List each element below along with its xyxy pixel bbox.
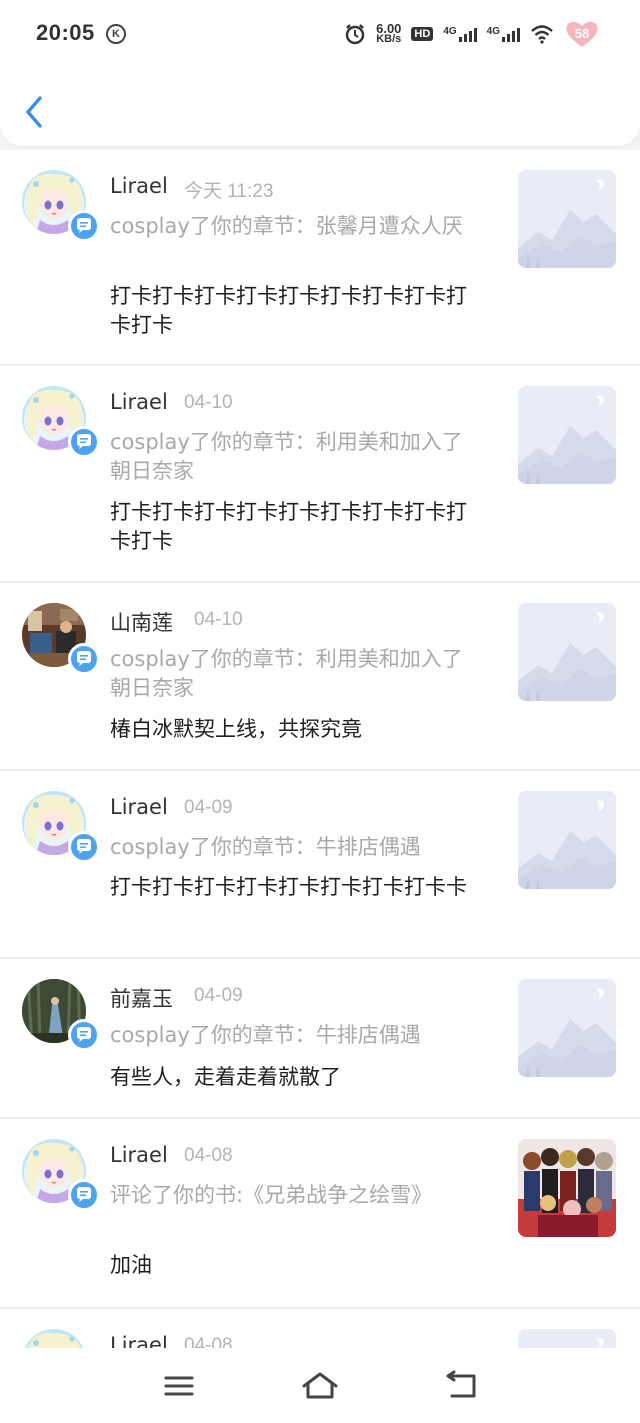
user-name[interactable]: Lirael xyxy=(110,795,168,819)
page-header xyxy=(0,68,640,146)
chapter-thumbnail[interactable] xyxy=(518,603,616,701)
list-item[interactable]: Lirael 04-08 评论了你的书:《兄弟战争之绘雪》 加油 xyxy=(0,1119,640,1309)
chapter-thumbnail[interactable] xyxy=(518,791,616,889)
action-text: 评论了你的书:《兄弟战争之绘雪》 xyxy=(110,1183,433,1207)
action-text: cosplay了你的章节：牛排店偶遇 xyxy=(110,835,421,859)
speed-unit: KB/s xyxy=(376,33,402,45)
chapter-thumbnail[interactable] xyxy=(518,979,616,1077)
comment-text: 椿白冰默契上线，共探究竟 xyxy=(110,717,362,741)
user-name[interactable]: Lirael xyxy=(110,174,168,198)
battery-heart-icon: 58 xyxy=(564,19,600,49)
list-item[interactable]: 前嘉玉 04-09 cosplay了你的章节：牛排店偶遇 有些人，走着走着就散了 xyxy=(0,959,640,1119)
avatar[interactable] xyxy=(22,1139,100,1211)
chapter-thumbnail[interactable] xyxy=(518,386,616,484)
comment-badge-icon xyxy=(68,426,100,458)
chapter-thumbnail[interactable] xyxy=(518,170,616,268)
comment-text: 加油 xyxy=(110,1253,152,1277)
home-icon[interactable] xyxy=(300,1370,340,1402)
menu-icon[interactable] xyxy=(160,1370,200,1402)
avatar[interactable] xyxy=(22,170,100,242)
user-name[interactable]: 前嘉玉 xyxy=(110,983,173,1013)
list-item[interactable]: Lirael 04-08 xyxy=(0,1309,640,1348)
comment-badge-icon xyxy=(68,1019,100,1051)
user-name[interactable]: Lirael xyxy=(110,1143,168,1167)
user-name[interactable]: Lirael xyxy=(110,390,168,414)
back-icon[interactable] xyxy=(442,1370,482,1402)
comment-badge-icon xyxy=(68,831,100,863)
battery-level: 58 xyxy=(574,26,590,41)
status-k-icon: K xyxy=(106,24,126,44)
action-text: cosplay了你的章节：利用美和加入了朝日奈家 xyxy=(110,647,463,700)
user-name[interactable]: Lirael xyxy=(110,1333,168,1348)
timestamp: 04-10 xyxy=(194,609,243,630)
wifi-icon xyxy=(531,25,553,44)
network-speed: 6.00 KB/s xyxy=(376,22,402,45)
avatar[interactable] xyxy=(22,791,100,863)
timestamp: 04-08 xyxy=(184,1145,233,1166)
comment-text: 打卡打卡打卡打卡打卡打卡打卡打卡打卡打卡 xyxy=(110,500,467,553)
signal-icon: 4G xyxy=(443,26,477,42)
action-text: cosplay了你的章节：利用美和加入了朝日奈家 xyxy=(110,430,463,483)
status-time: 20:05 xyxy=(36,20,95,45)
timestamp: 04-08 xyxy=(184,1335,233,1348)
comment-badge-icon xyxy=(68,210,100,242)
signal-icon: 4G xyxy=(487,26,520,42)
avatar[interactable] xyxy=(22,1329,88,1348)
list-item[interactable]: 山南莲 04-10 cosplay了你的章节：利用美和加入了朝日奈家 椿白冰默契… xyxy=(0,583,640,771)
timestamp: 04-09 xyxy=(184,797,233,818)
comment-text: 有些人，走着走着就散了 xyxy=(110,1065,341,1089)
comment-text: 打卡打卡打卡打卡打卡打卡打卡打卡卡 xyxy=(110,875,467,899)
status-bar: 20:05 K 6.00 KB/s HD 4G 4G 58 xyxy=(0,0,640,68)
hd-icon: HD xyxy=(411,27,434,41)
timestamp: 04-10 xyxy=(184,392,233,413)
comment-badge-icon xyxy=(68,1179,100,1211)
book-cover-thumbnail[interactable] xyxy=(518,1139,616,1237)
avatar[interactable] xyxy=(22,603,100,675)
chevron-left-icon[interactable] xyxy=(22,94,46,130)
avatar[interactable] xyxy=(22,386,100,458)
avatar[interactable] xyxy=(22,979,100,1051)
chapter-thumbnail[interactable] xyxy=(518,1329,616,1348)
comment-badge-icon xyxy=(68,643,100,675)
list-item[interactable]: Lirael 04-09 cosplay了你的章节：牛排店偶遇 打卡打卡打卡打卡… xyxy=(0,771,640,959)
alarm-icon xyxy=(345,24,365,45)
notification-list[interactable]: Lirael 今天 11:23 cosplay了你的章节：张馨月遭众人厌 打卡打… xyxy=(0,150,640,1348)
action-text: cosplay了你的章节：张馨月遭众人厌 xyxy=(110,214,463,238)
system-nav-bar xyxy=(0,1348,640,1423)
timestamp: 今天 11:23 xyxy=(184,181,274,202)
timestamp: 04-09 xyxy=(194,985,243,1006)
action-text: cosplay了你的章节：牛排店偶遇 xyxy=(110,1023,421,1047)
user-name[interactable]: 山南莲 xyxy=(110,607,173,637)
network-type: 4G xyxy=(486,26,500,37)
list-item[interactable]: Lirael 今天 11:23 cosplay了你的章节：张馨月遭众人厌 打卡打… xyxy=(0,150,640,366)
list-item[interactable]: Lirael 04-10 cosplay了你的章节：利用美和加入了朝日奈家 打卡… xyxy=(0,366,640,583)
comment-text: 打卡打卡打卡打卡打卡打卡打卡打卡打卡打卡 xyxy=(110,284,467,337)
network-type: 4G xyxy=(443,26,457,37)
